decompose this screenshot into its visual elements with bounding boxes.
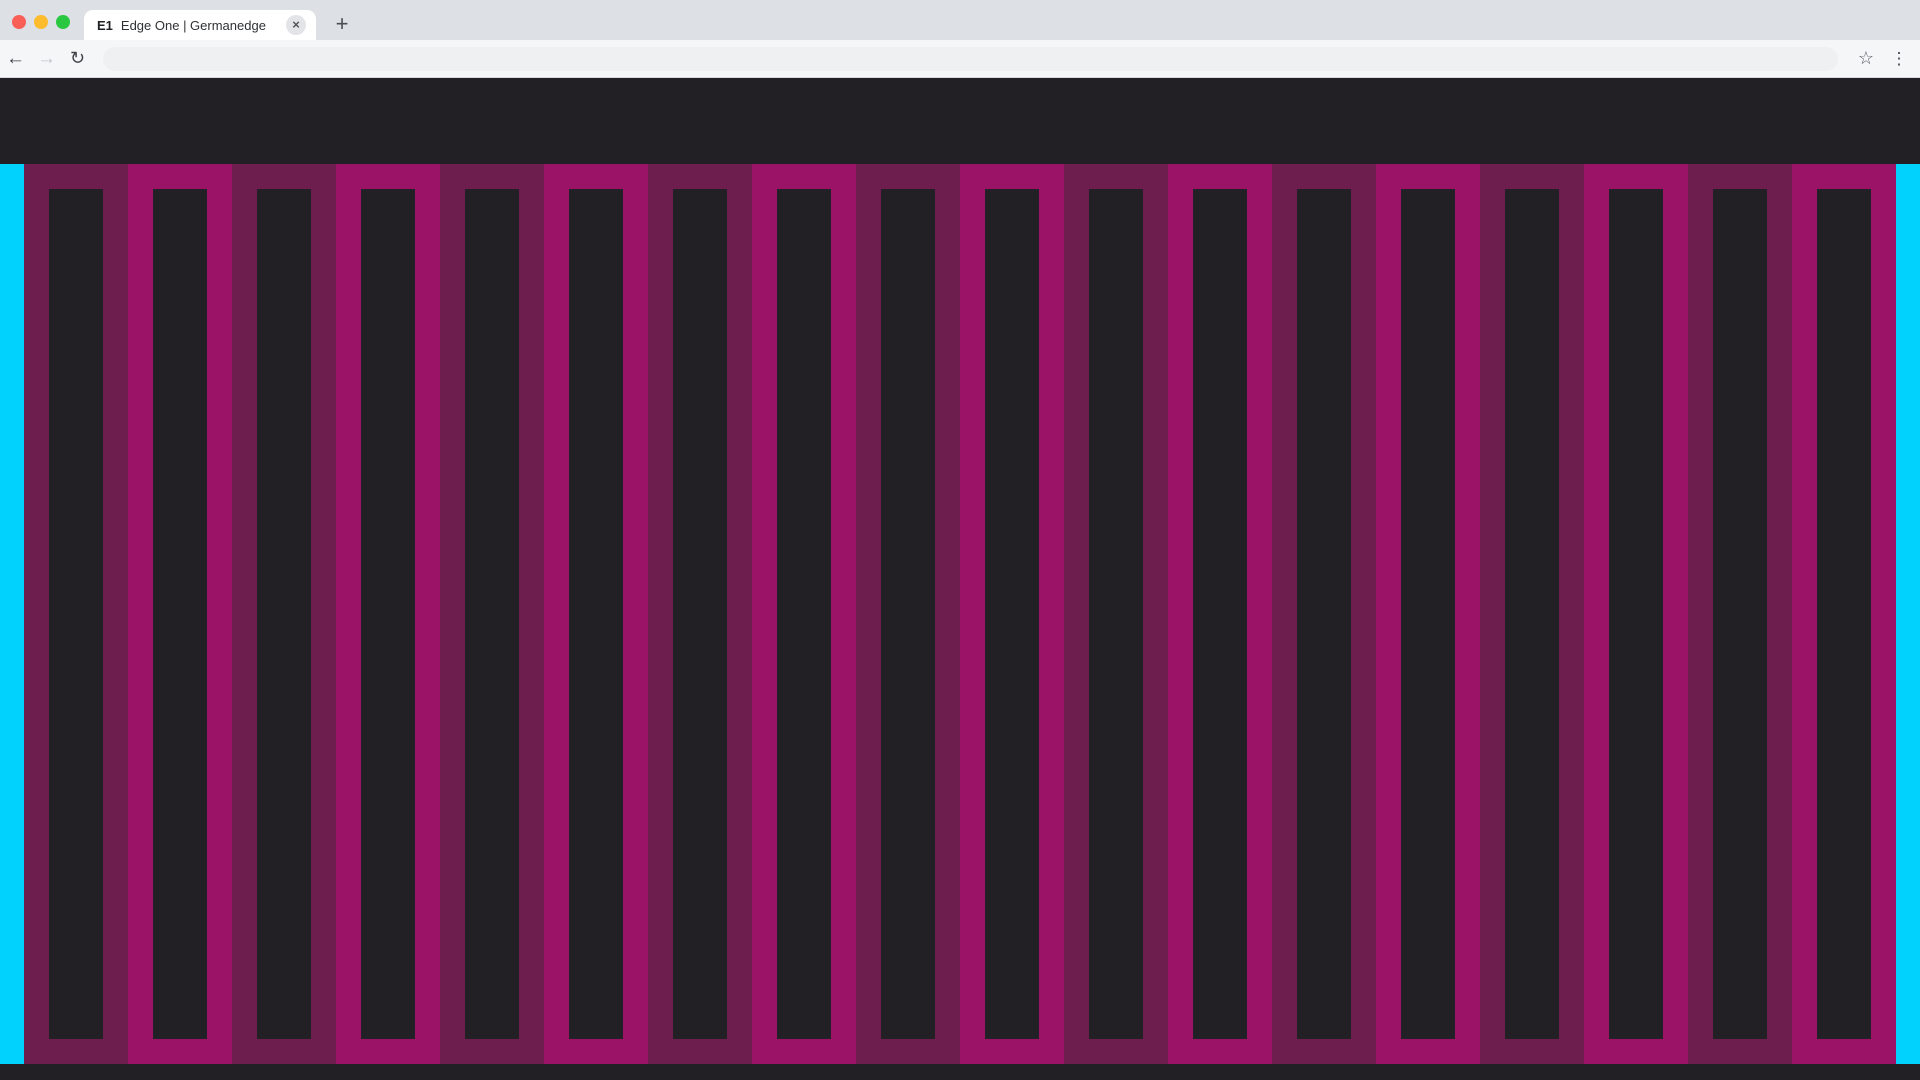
pattern-frame-9 [856,164,960,1064]
pattern-frame-14 [1376,164,1480,1064]
window-controls [12,15,70,29]
tab-favicon: E1 [97,18,113,33]
browser-window: E1 Edge One | Germanedge × + ← → ↻ ☆ ⋮ [0,0,1920,1080]
pattern-frame-12 [1168,164,1272,1064]
forward-icon[interactable]: → [31,48,62,70]
browser-tab[interactable]: E1 Edge One | Germanedge × [84,10,316,40]
pattern-frame-6 [544,164,648,1064]
pattern-frame-2 [128,164,232,1064]
pattern-frame-18 [1792,164,1896,1064]
pattern-frame-13 [1272,164,1376,1064]
pattern-frame-10 [960,164,1064,1064]
new-tab-button[interactable]: + [328,11,356,39]
pattern-frame-8 [752,164,856,1064]
bookmark-star-icon[interactable]: ☆ [1852,48,1880,69]
pattern-frame-16 [1584,164,1688,1064]
page-content [0,78,1920,1080]
menu-kebab-icon[interactable]: ⋮ [1886,49,1912,69]
pattern-frame-11 [1064,164,1168,1064]
pattern-frame-4 [336,164,440,1064]
pattern-frame-7 [648,164,752,1064]
tab-close-icon[interactable]: × [286,15,306,35]
pattern-frame-15 [1480,164,1584,1064]
address-bar[interactable] [103,47,1838,71]
pattern-frame-1 [24,164,128,1064]
pattern-frame-5 [440,164,544,1064]
pattern-edge-left [0,164,24,1064]
window-maximize-button[interactable] [56,15,70,29]
window-minimize-button[interactable] [34,15,48,29]
tab-strip: E1 Edge One | Germanedge × + [0,0,1920,40]
page-pattern [0,164,1920,1064]
pattern-frame-3 [232,164,336,1064]
pattern-edge-right [1896,164,1920,1064]
window-close-button[interactable] [12,15,26,29]
reload-icon[interactable]: ↻ [62,48,93,69]
back-icon[interactable]: ← [0,48,31,70]
browser-toolbar: ← → ↻ ☆ ⋮ [0,40,1920,78]
pattern-frame-17 [1688,164,1792,1064]
tab-title: Edge One | Germanedge [121,18,286,33]
